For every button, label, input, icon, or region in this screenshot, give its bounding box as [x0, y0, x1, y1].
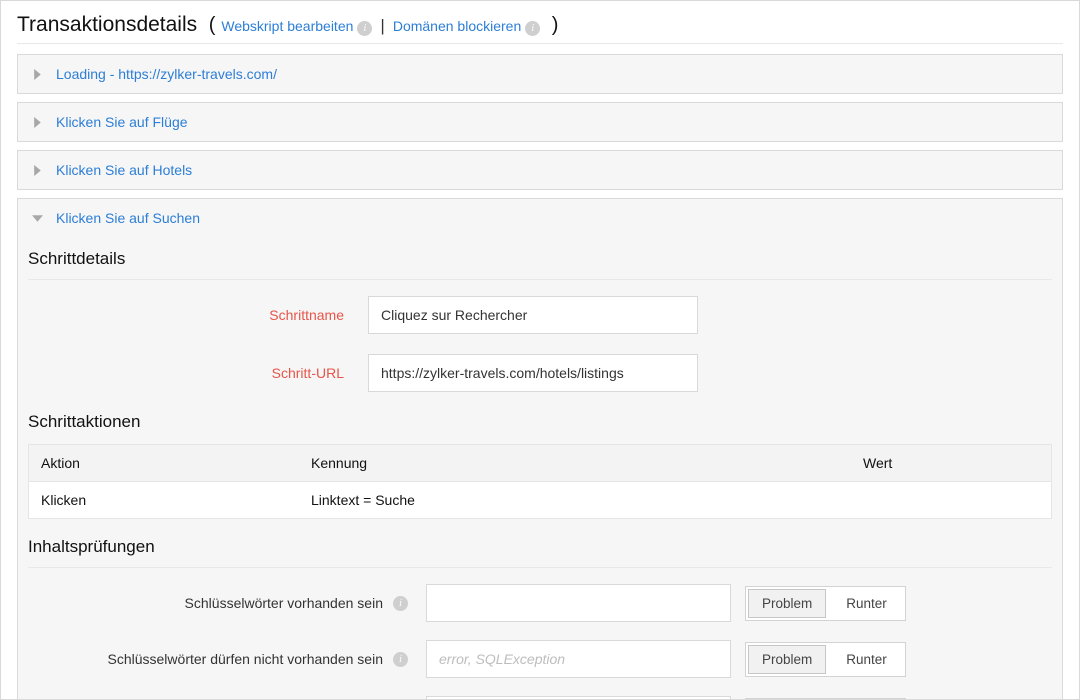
- keywords-present-label: Schlüsselwörter vorhanden sein: [185, 595, 389, 611]
- col-identifier: Kennung: [299, 445, 851, 481]
- step-header[interactable]: Klicken Sie auf Hotels: [18, 151, 1062, 189]
- separator: |: [380, 16, 384, 36]
- step-title: Klicken Sie auf Suchen: [56, 210, 200, 226]
- chevron-right-icon: [30, 67, 44, 81]
- severity-toggle: Problem Runter: [745, 586, 906, 621]
- paren-open: (: [203, 14, 215, 37]
- keywords-present-input[interactable]: [426, 584, 731, 622]
- block-domains-link[interactable]: Domänen blockieren: [393, 18, 521, 34]
- chevron-down-icon: [30, 211, 44, 225]
- runter-button[interactable]: Runter: [828, 587, 905, 620]
- step-item-expanded: Klicken Sie auf Suchen Schrittdetails Sc…: [17, 198, 1063, 700]
- severity-toggle: Problem Runter: [745, 642, 906, 677]
- info-icon[interactable]: i: [393, 652, 408, 667]
- edit-webscript-link[interactable]: Webskript bearbeiten: [221, 18, 353, 34]
- table-head: Aktion Kennung Wert: [29, 445, 1051, 482]
- content-check-row: Sollte viel regulärer Ausdruck sein i Pr…: [28, 696, 1052, 700]
- cell-action: Klicken: [29, 482, 299, 518]
- step-header[interactable]: Loading - https://zylker-travels.com/: [18, 55, 1062, 93]
- stepurl-input[interactable]: [368, 354, 698, 392]
- cell-value: [851, 482, 1051, 518]
- step-header[interactable]: Klicken Sie auf Flüge: [18, 103, 1062, 141]
- problem-button[interactable]: Problem: [748, 589, 826, 618]
- keywords-absent-input[interactable]: [426, 640, 731, 678]
- title-bar: Transaktionsdetails ( Webskript bearbeit…: [17, 13, 1063, 44]
- keywords-absent-label: Schlüsselwörter dürfen nicht vorhanden s…: [108, 651, 390, 667]
- content-check-row: Schlüsselwörter dürfen nicht vorhanden s…: [28, 640, 1052, 678]
- step-actions-heading: Schrittaktionen: [28, 412, 1052, 438]
- paren-close: ): [546, 14, 558, 37]
- actions-table: Aktion Kennung Wert Klicken Linktext = S…: [28, 444, 1052, 519]
- step-title: Klicken Sie auf Flüge: [56, 114, 188, 130]
- chevron-right-icon: [30, 115, 44, 129]
- step-item: Klicken Sie auf Flüge: [17, 102, 1063, 142]
- col-value: Wert: [851, 445, 1051, 481]
- info-icon[interactable]: i: [393, 596, 408, 611]
- step-title: Loading - https://zylker-travels.com/: [56, 66, 277, 82]
- cell-identifier: Linktext = Suche: [299, 482, 851, 518]
- problem-button[interactable]: Problem: [748, 645, 826, 674]
- step-item: Loading - https://zylker-travels.com/: [17, 54, 1063, 94]
- info-icon[interactable]: i: [357, 21, 372, 36]
- stepurl-label: Schritt-URL: [28, 365, 368, 381]
- col-action: Aktion: [29, 445, 299, 481]
- step-header[interactable]: Klicken Sie auf Suchen: [18, 199, 1062, 237]
- runter-button[interactable]: Runter: [828, 643, 905, 676]
- table-row: Klicken Linktext = Suche: [29, 482, 1051, 518]
- content-check-row: Schlüsselwörter vorhanden sein i Problem…: [28, 584, 1052, 622]
- stepname-label: Schrittname: [28, 307, 368, 323]
- step-details-heading: Schrittdetails: [28, 249, 1052, 280]
- info-icon[interactable]: i: [525, 21, 540, 36]
- content-checks-heading: Inhaltsprüfungen: [28, 537, 1052, 568]
- step-item: Klicken Sie auf Hotels: [17, 150, 1063, 190]
- step-title: Klicken Sie auf Hotels: [56, 162, 192, 178]
- chevron-right-icon: [30, 163, 44, 177]
- regex-input[interactable]: [426, 696, 731, 700]
- stepname-input[interactable]: [368, 296, 698, 334]
- page-title: Transaktionsdetails: [17, 13, 197, 37]
